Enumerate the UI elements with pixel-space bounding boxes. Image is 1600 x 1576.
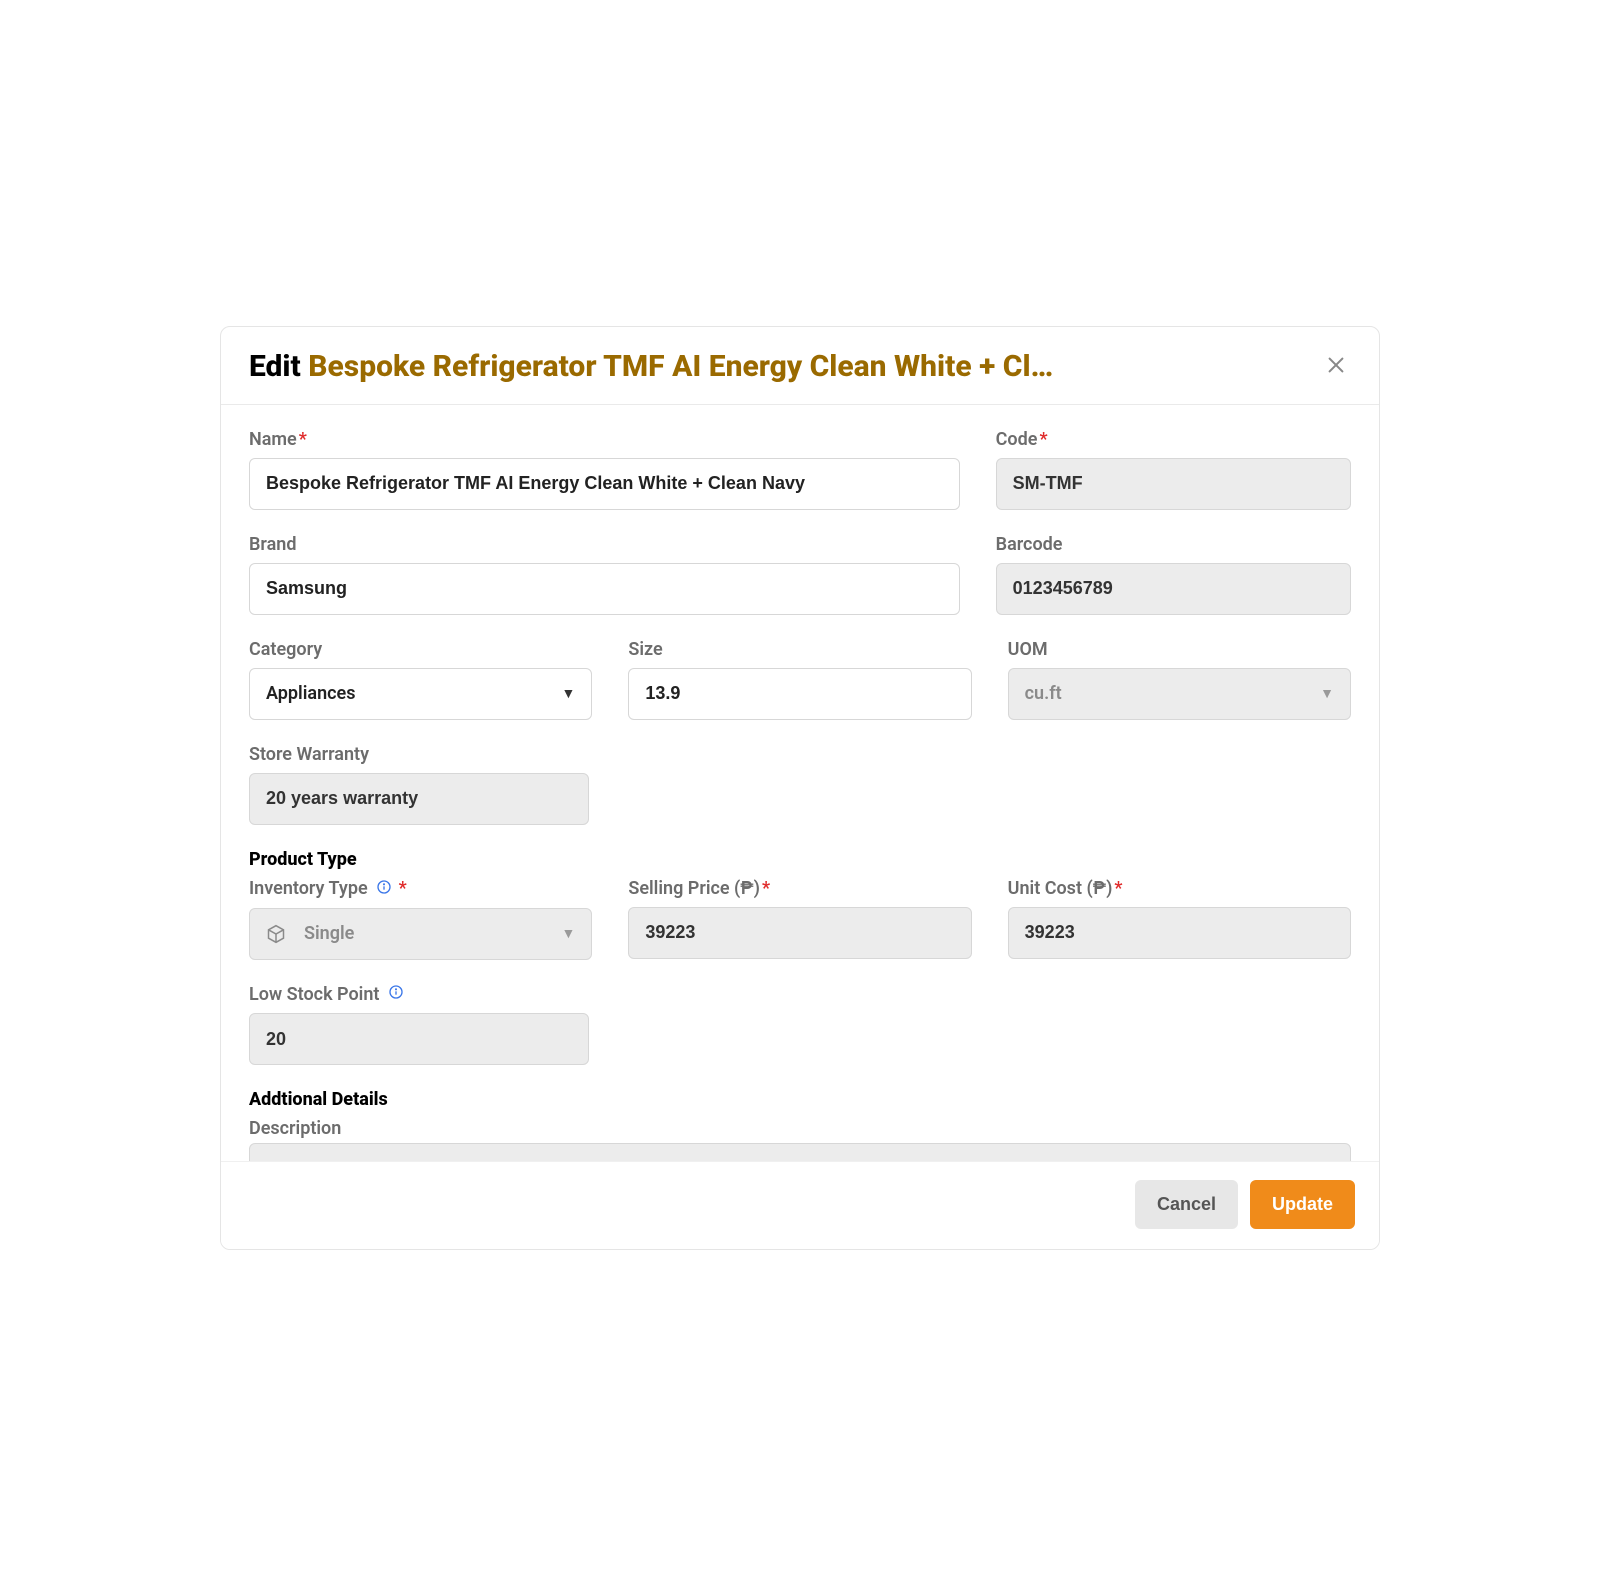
caret-down-icon: ▼ [561, 925, 575, 942]
required-mark: * [399, 878, 407, 899]
field-size: Size [628, 639, 971, 720]
label-category: Category [249, 639, 592, 660]
cancel-button[interactable]: Cancel [1135, 1180, 1238, 1229]
label-barcode: Barcode [996, 534, 1351, 555]
title-prefix: Edit [249, 349, 301, 384]
category-value: Appliances [266, 683, 551, 704]
field-unit-cost: Unit Cost (₱)* [1008, 878, 1351, 960]
field-selling-price: Selling Price (₱)* [628, 878, 971, 960]
caret-down-icon: ▼ [1320, 685, 1334, 702]
dialog-title: Edit Bespoke Refrigerator TMF AI Energy … [249, 349, 1053, 384]
label-inventory-type: Inventory Type * [249, 878, 592, 900]
close-icon [1325, 354, 1347, 379]
name-input[interactable] [249, 458, 960, 510]
field-uom: UOM cu.ft ▼ [1008, 639, 1351, 720]
barcode-input [996, 563, 1351, 615]
close-button[interactable] [1321, 350, 1351, 383]
field-code: Code* [996, 429, 1351, 510]
inventory-type-value: Single [304, 923, 551, 944]
required-mark: * [1114, 878, 1122, 899]
label-brand: Brand [249, 534, 960, 555]
field-name: Name* [249, 429, 960, 510]
low-stock-point-input [249, 1013, 589, 1065]
dialog-footer: Cancel Update [221, 1161, 1379, 1249]
update-button[interactable]: Update [1250, 1180, 1355, 1229]
package-icon [266, 924, 286, 944]
store-warranty-input [249, 773, 589, 825]
section-additional-details: Addtional Details [249, 1089, 1351, 1110]
field-low-stock-point: Low Stock Point [249, 984, 589, 1066]
label-description: Description [249, 1118, 1351, 1139]
field-store-warranty: Store Warranty [249, 744, 589, 825]
info-icon[interactable] [376, 879, 396, 900]
uom-value: cu.ft [1025, 683, 1310, 704]
label-name: Name* [249, 429, 960, 450]
label-selling-price: Selling Price (₱)* [628, 878, 971, 899]
dialog-header: Edit Bespoke Refrigerator TMF AI Energy … [221, 327, 1379, 405]
label-size: Size [628, 639, 971, 660]
description-textarea [249, 1143, 1351, 1161]
description-clip [249, 1143, 1351, 1161]
uom-select: cu.ft ▼ [1008, 668, 1351, 720]
required-mark: * [762, 878, 770, 899]
label-uom: UOM [1008, 639, 1351, 660]
label-unit-cost: Unit Cost (₱)* [1008, 878, 1351, 899]
required-mark: * [1039, 429, 1047, 450]
label-low-stock-point: Low Stock Point [249, 984, 589, 1006]
brand-input[interactable] [249, 563, 960, 615]
required-mark: * [299, 429, 307, 450]
field-brand: Brand [249, 534, 960, 615]
title-item-name: Bespoke Refrigerator TMF AI Energy Clean… [308, 349, 1053, 384]
section-product-type: Product Type [249, 849, 1351, 870]
label-code: Code* [996, 429, 1351, 450]
field-inventory-type: Inventory Type * Single ▼ [249, 878, 592, 960]
edit-product-dialog: Edit Bespoke Refrigerator TMF AI Energy … [220, 326, 1380, 1251]
field-barcode: Barcode [996, 534, 1351, 615]
label-store-warranty: Store Warranty [249, 744, 589, 765]
info-icon[interactable] [388, 984, 404, 1005]
size-input[interactable] [628, 668, 971, 720]
code-input [996, 458, 1351, 510]
field-category: Category Appliances ▼ [249, 639, 592, 720]
selling-price-input [628, 907, 971, 959]
caret-down-icon: ▼ [561, 685, 575, 702]
inventory-type-select: Single ▼ [249, 908, 592, 960]
category-select[interactable]: Appliances ▼ [249, 668, 592, 720]
dialog-body: Name* Code* Brand Barcode [221, 405, 1379, 1162]
unit-cost-input [1008, 907, 1351, 959]
